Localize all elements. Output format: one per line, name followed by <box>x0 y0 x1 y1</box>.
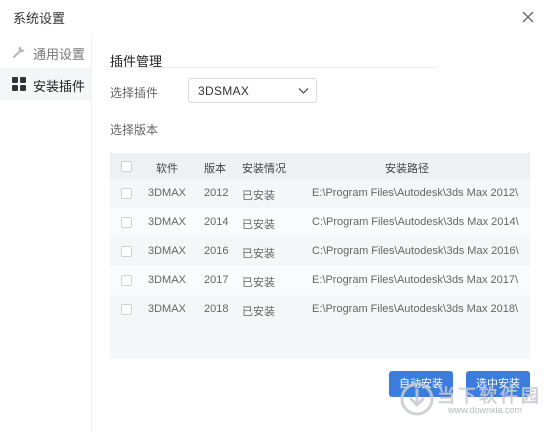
table-row[interactable]: 3DMAX 2012 已安装 E:\Program Files\Autodesk… <box>110 179 530 208</box>
header-software: 软件 <box>156 163 178 175</box>
cell-software: 3DMAX <box>148 303 186 315</box>
cell-status: 已安装 <box>242 306 275 318</box>
sidebar-item-label: 安装插件 <box>33 79 86 94</box>
table-row[interactable]: 3DMAX 2014 已安装 C:\Program Files\Autodesk… <box>110 208 530 237</box>
plugin-select-value: 3DSMAX <box>198 84 250 98</box>
table-row[interactable]: 3DMAX 2017 已安装 E:\Program Files\Autodesk… <box>110 266 530 295</box>
cell-software: 3DMAX <box>148 245 186 257</box>
header-version: 版本 <box>204 163 226 175</box>
wrench-icon <box>12 46 25 59</box>
table-row[interactable]: 3DMAX 2018 已安装 E:\Program Files\Autodesk… <box>110 295 530 324</box>
close-icon[interactable] <box>521 10 535 24</box>
header-path: 安装路径 <box>385 163 429 175</box>
cell-path: E:\Program Files\Autodesk\3ds Max 2018\ <box>312 303 519 315</box>
cell-path: E:\Program Files\Autodesk\3ds Max 2017\ <box>312 274 519 286</box>
row-checkbox[interactable] <box>121 217 132 228</box>
sidebar-item-label: 通用设置 <box>33 47 86 62</box>
cell-status: 已安装 <box>242 277 275 289</box>
cell-version: 2016 <box>204 245 229 257</box>
cell-software: 3DMAX <box>148 274 186 286</box>
row-checkbox[interactable] <box>121 275 132 286</box>
title-bar: 系统设置 <box>0 0 550 34</box>
section-divider <box>110 67 436 68</box>
header-status: 安装情况 <box>242 163 286 175</box>
cell-software: 3DMAX <box>148 187 186 199</box>
plugin-select[interactable]: 3DSMAX <box>188 78 317 103</box>
select-all-checkbox[interactable] <box>121 161 132 172</box>
cell-version: 2012 <box>204 187 229 199</box>
cell-software: 3DMAX <box>148 216 186 228</box>
version-label: 选择版本 <box>110 123 159 137</box>
cell-path: C:\Program Files\Autodesk\3ds Max 2016\ <box>312 245 519 257</box>
cell-version: 2014 <box>204 216 229 228</box>
chevron-down-icon <box>298 88 309 94</box>
sidebar: 通用设置 安装插件 <box>0 34 92 432</box>
version-table: 软件 版本 安装情况 安装路径 3DMAX 2012 已安装 E:\Progra… <box>110 153 530 359</box>
row-checkbox[interactable] <box>121 188 132 199</box>
window-title: 系统设置 <box>13 11 66 26</box>
cell-status: 已安装 <box>242 248 275 260</box>
sidebar-item-install-plugins[interactable]: 安装插件 <box>0 68 92 100</box>
grid-icon <box>12 77 26 91</box>
watermark-logo-icon <box>400 382 434 416</box>
watermark: 当下软件园 www.downxia.com <box>400 378 550 428</box>
plugin-label: 选择插件 <box>110 86 159 100</box>
row-checkbox[interactable] <box>121 246 132 257</box>
cell-path: C:\Program Files\Autodesk\3ds Max 2014\ <box>312 216 519 228</box>
settings-dialog: 系统设置 通用设置 安装插件 插件管理 选择插件 3DSMAX 选择版本 软件 … <box>0 0 550 432</box>
table-header: 软件 版本 安装情况 安装路径 <box>110 153 530 179</box>
watermark-url: www.downxia.com <box>448 405 523 415</box>
table-row[interactable]: 3DMAX 2016 已安装 C:\Program Files\Autodesk… <box>110 237 530 266</box>
cell-version: 2017 <box>204 274 229 286</box>
row-checkbox[interactable] <box>121 304 132 315</box>
sidebar-item-general-settings[interactable]: 通用设置 <box>0 36 92 68</box>
cell-status: 已安装 <box>242 190 275 202</box>
cell-path: E:\Program Files\Autodesk\3ds Max 2012\ <box>312 187 519 199</box>
cell-version: 2018 <box>204 303 229 315</box>
cell-status: 已安装 <box>242 219 275 231</box>
